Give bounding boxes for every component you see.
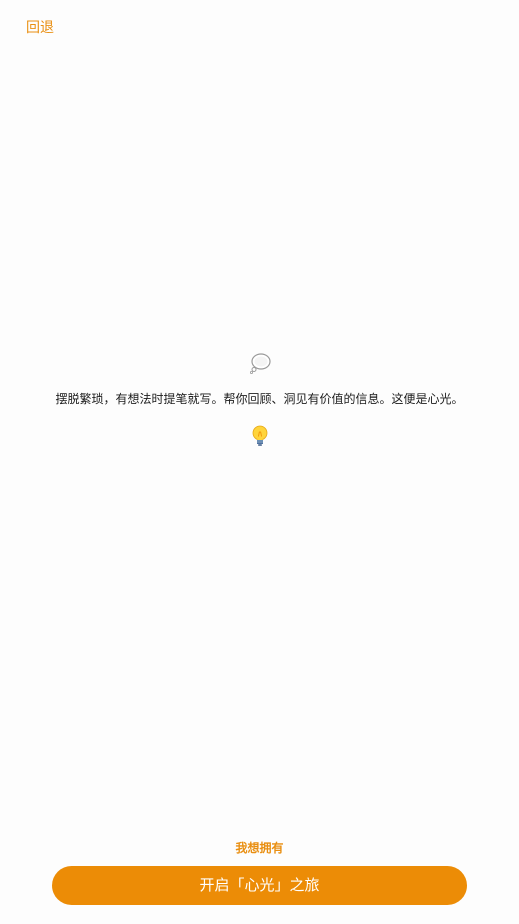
want-it-link[interactable]: 我想拥有 <box>0 840 519 856</box>
light-bulb-icon <box>252 425 267 446</box>
back-button[interactable]: 回退 <box>26 19 54 37</box>
thought-bubble-icon <box>249 353 271 374</box>
tagline-text: 摆脱繁琐，有想法时提笔就写。帮你回顾、洞见有价值的信息。这便是心光。 <box>55 392 464 406</box>
start-journey-button[interactable]: 开启「心光」之旅 <box>52 866 467 905</box>
intro-content: 摆脱繁琐，有想法时提笔就写。帮你回顾、洞见有价值的信息。这便是心光。 <box>0 352 519 447</box>
